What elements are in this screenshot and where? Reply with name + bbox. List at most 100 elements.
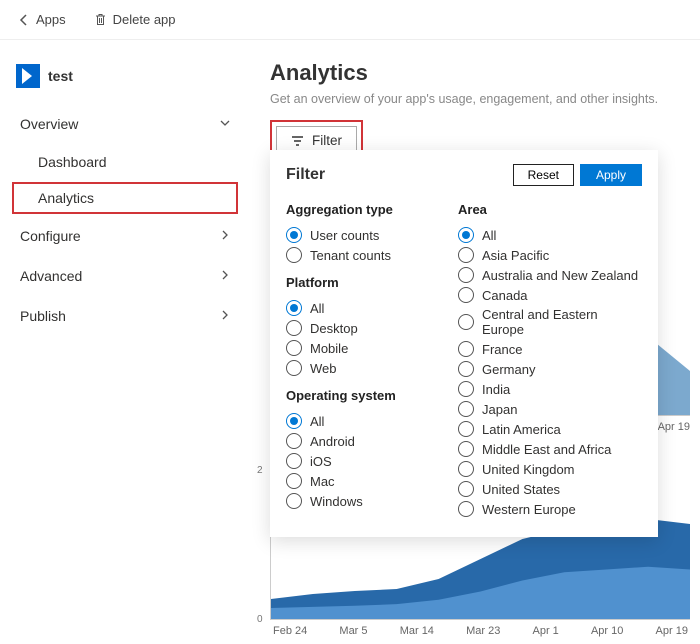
x-tick: Apr 1 [533,625,559,637]
nav-label: Analytics [38,190,94,206]
nav-dashboard[interactable]: Dashboard [12,146,238,178]
page-title: Analytics [270,60,680,86]
radio-icon [286,453,302,469]
chevron-right-icon [220,310,230,323]
nav-overview[interactable]: Overview [12,106,238,142]
delete-app-button[interactable]: Delete app [86,8,184,31]
nav-label: Dashboard [38,154,107,170]
radio-label: User counts [310,228,379,243]
radio-label: Asia Pacific [482,248,549,263]
radio-label: iOS [310,454,332,469]
radio-option[interactable]: Windows [286,491,436,511]
radio-label: Middle East and Africa [482,442,611,457]
chevron-down-icon [220,118,230,131]
chevron-right-icon [220,270,230,283]
radio-option[interactable]: Latin America [458,419,642,439]
radio-icon [458,247,474,263]
radio-option[interactable]: Japan [458,399,642,419]
radio-icon [458,341,474,357]
radio-label: Android [310,434,355,449]
nav-publish[interactable]: Publish [12,298,238,334]
radio-icon [286,300,302,316]
radio-option[interactable]: Desktop [286,318,436,338]
radio-icon [286,320,302,336]
radio-option[interactable]: Western Europe [458,499,642,519]
radio-label: All [310,414,324,429]
chevron-left-icon [18,14,30,26]
radio-icon [286,493,302,509]
radio-option[interactable]: All [286,298,436,318]
radio-icon [286,227,302,243]
radio-option[interactable]: Middle East and Africa [458,439,642,459]
sidebar: test Overview Dashboard Analytics Config… [0,40,250,644]
radio-option[interactable]: Mobile [286,338,436,358]
nav-advanced[interactable]: Advanced [12,258,238,294]
top-command-bar: Apps Delete app [0,0,700,40]
radio-option[interactable]: France [458,339,642,359]
radio-label: Mobile [310,341,348,356]
radio-option[interactable]: Asia Pacific [458,245,642,265]
nav-label: Overview [20,116,78,132]
radio-option[interactable]: India [458,379,642,399]
radio-option[interactable]: Central and Eastern Europe [458,305,642,339]
radio-label: United Kingdom [482,462,575,477]
section-os: Operating system [286,388,436,403]
radio-icon [286,360,302,376]
radio-option[interactable]: All [286,411,436,431]
x-tick: Apr 19 [658,421,690,433]
nav-label: Configure [20,228,81,244]
x-axis-labels: Feb 24 Mar 5 Mar 14 Mar 23 Apr 1 Apr 10 … [271,625,690,637]
radio-icon [458,267,474,283]
radio-label: Desktop [310,321,358,336]
radio-option[interactable]: Australia and New Zealand [458,265,642,285]
page-subtitle: Get an overview of your app's usage, eng… [270,92,680,106]
nav-analytics[interactable]: Analytics [12,182,238,214]
filter-icon [291,135,304,147]
radio-icon [458,441,474,457]
radio-label: Canada [482,288,528,303]
radio-option[interactable]: Web [286,358,436,378]
section-aggregation: Aggregation type [286,202,436,217]
radio-option[interactable]: United States [458,479,642,499]
radio-label: India [482,382,510,397]
radio-icon [458,287,474,303]
radio-label: Japan [482,402,517,417]
radio-option[interactable]: User counts [286,225,436,245]
nav-label: Publish [20,308,66,324]
radio-option[interactable]: Germany [458,359,642,379]
radio-icon [458,421,474,437]
section-platform: Platform [286,275,436,290]
main-content: Analytics Get an overview of your app's … [250,40,700,644]
radio-icon [286,247,302,263]
radio-option[interactable]: Canada [458,285,642,305]
y-tick: 0 [257,614,263,625]
nav-label: Advanced [20,268,82,284]
radio-label: Central and Eastern Europe [482,307,642,337]
radio-option[interactable]: Tenant counts [286,245,436,265]
radio-option[interactable]: iOS [286,451,436,471]
delete-label: Delete app [113,12,176,27]
app-header: test [12,58,238,102]
app-logo-icon [16,64,40,88]
radio-label: Western Europe [482,502,576,517]
nav-configure[interactable]: Configure [12,218,238,254]
radio-option[interactable]: Mac [286,471,436,491]
radio-label: Windows [310,494,363,509]
x-tick: Mar 23 [466,625,500,637]
x-tick: Mar 14 [400,625,434,637]
radio-label: Australia and New Zealand [482,268,638,283]
radio-option[interactable]: All [458,225,642,245]
filter-panel: Filter Reset Apply Aggregation type User… [270,150,658,537]
radio-option[interactable]: Android [286,431,436,451]
back-to-apps[interactable]: Apps [10,8,74,31]
radio-label: Latin America [482,422,561,437]
radio-icon [458,461,474,477]
radio-icon [458,361,474,377]
reset-button[interactable]: Reset [513,164,574,186]
apply-button[interactable]: Apply [580,164,642,186]
filter-panel-title: Filter [286,166,325,184]
radio-icon [458,481,474,497]
radio-option[interactable]: United Kingdom [458,459,642,479]
x-tick: Apr 19 [656,625,688,637]
radio-icon [458,381,474,397]
